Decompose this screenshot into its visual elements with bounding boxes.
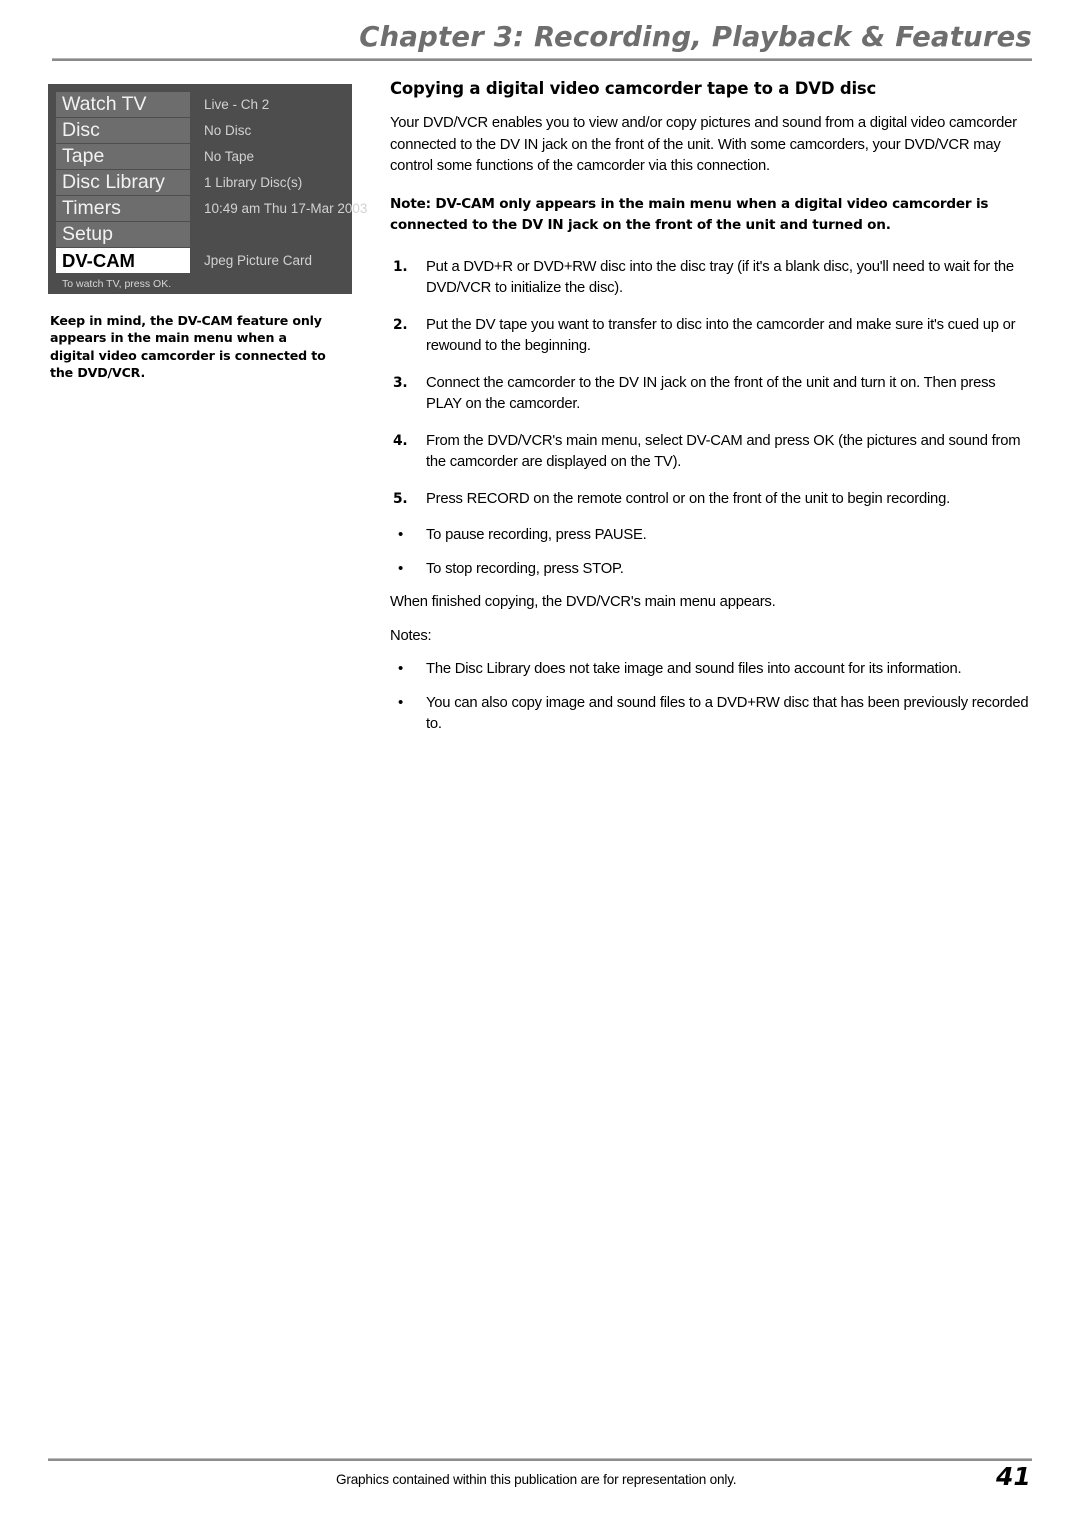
osd-item-disc-library[interactable]: Disc Library xyxy=(56,170,190,195)
note-bullet-item: • You can also copy image and sound file… xyxy=(390,693,1034,736)
osd-status-watch-tv: Live - Ch 2 xyxy=(204,97,270,112)
step-item: 1. Put a DVD+R or DVD+RW disc into the d… xyxy=(390,257,1034,300)
bullet-dot-icon: • xyxy=(398,526,404,543)
header-divider-rule xyxy=(52,58,1032,61)
osd-row: Tape No Tape xyxy=(56,144,344,170)
osd-status-clock: 10:49 am Thu 17-Mar 2003 xyxy=(204,201,368,216)
footer-divider-rule xyxy=(48,1458,1032,1461)
page-number: 41 xyxy=(996,1462,1031,1491)
osd-item-disc[interactable]: Disc xyxy=(56,118,190,143)
caption-text-prefix: Keep in mind, the xyxy=(50,313,178,328)
step-number: 2. xyxy=(393,316,408,333)
notes-label: Notes: xyxy=(390,627,432,644)
note-bullet-text: The Disc Library does not take image and… xyxy=(426,661,962,677)
sub-bullet-text: To stop recording, press STOP. xyxy=(426,560,624,577)
finish-line: When finished copying, the DVD/VCR's mai… xyxy=(390,594,776,610)
main-text-column: Copying a digital video camcorder tape t… xyxy=(390,78,1034,748)
step-item: 2. Put the DV tape you want to transfer … xyxy=(390,315,1034,358)
bullet-dot-icon: • xyxy=(398,559,404,577)
osd-status-tape: No Tape xyxy=(204,149,255,164)
step-number: 1. xyxy=(393,258,408,275)
osd-row: Setup xyxy=(56,222,344,248)
note-bullet-text: You can also copy image and sound files … xyxy=(426,694,1029,733)
footer-disclaimer: Graphics contained within this publicati… xyxy=(336,1472,737,1487)
note-bullet-item: • The Disc Library does not take image a… xyxy=(390,659,1034,681)
osd-row: Watch TV Live - Ch 2 xyxy=(56,92,344,118)
step-text: Put the DV tape you want to transfer to … xyxy=(426,316,1016,355)
sub-bullet-item: • To stop recording, press STOP. xyxy=(390,559,1034,581)
osd-row: Timers 10:49 am Thu 17-Mar 2003 xyxy=(56,196,367,222)
osd-item-dv-cam[interactable]: DV-CAM xyxy=(56,248,190,273)
osd-hint-text: To watch TV, press OK. xyxy=(62,278,172,290)
osd-status-dv-cam: Jpeg Picture Card xyxy=(204,253,313,268)
step-text: Connect the camcorder to the DV IN jack … xyxy=(426,374,996,413)
step-item: 3. Connect the camcorder to the DV IN ja… xyxy=(390,373,1034,416)
step-item: 4. From the DVD/VCR's main menu, select … xyxy=(390,431,1034,474)
osd-row: Disc Library 1 Library Disc(s) xyxy=(56,170,344,196)
bullet-dot-icon: • xyxy=(398,660,404,677)
onscreen-menu-graphic: Watch TV Live - Ch 2 Disc No Disc Tape N… xyxy=(48,84,367,294)
osd-row: Disc No Disc xyxy=(56,118,344,144)
sub-bullet-text: To pause recording, press PAUSE. xyxy=(426,527,647,543)
osd-status-disc-library: 1 Library Disc(s) xyxy=(204,175,303,190)
osd-item-setup[interactable]: Setup xyxy=(56,222,190,247)
step-item: 5. Press RECORD on the remote control or… xyxy=(390,489,1034,511)
caption-bold-dv-cam: DV-CAM xyxy=(177,313,233,328)
bullet-dot-icon: • xyxy=(398,693,404,711)
step-text: From the DVD/VCR's main menu, select DV-… xyxy=(426,432,1021,471)
sub-bullet-item: • To pause recording, press PAUSE. xyxy=(390,525,1034,547)
chapter-title: Chapter 3: Recording, Playback & Feature… xyxy=(359,21,1032,53)
intro-paragraph: Your DVD/VCR enables you to view and/or … xyxy=(390,115,1017,174)
osd-item-tape[interactable]: Tape xyxy=(56,144,190,169)
chapter-header: Chapter 3: Recording, Playback & Feature… xyxy=(52,20,1032,62)
step-text: Press RECORD on the remote control or on… xyxy=(426,490,950,507)
section-heading: Copying a digital video camcorder tape t… xyxy=(390,79,877,98)
osd-status-disc: No Disc xyxy=(204,123,252,138)
step-text: Put a DVD+R or DVD+RW disc into the disc… xyxy=(426,258,1014,297)
caption-bold-dvd-vcr: DVD/VCR xyxy=(77,365,141,381)
osd-row: DV-CAM Jpeg Picture Card xyxy=(56,248,344,274)
step-number: 4. xyxy=(393,432,408,449)
osd-item-timers[interactable]: Timers xyxy=(56,196,190,221)
sidebar-caption: Keep in mind, the DV-CAM feature only ap… xyxy=(50,312,332,382)
step-number: 3. xyxy=(393,374,408,391)
note-paragraph: Note: DV-CAM only appears in the main me… xyxy=(390,195,989,234)
osd-item-watch-tv[interactable]: Watch TV xyxy=(56,92,190,117)
caption-text-suffix: . xyxy=(140,365,146,381)
step-number: 5. xyxy=(393,490,408,507)
